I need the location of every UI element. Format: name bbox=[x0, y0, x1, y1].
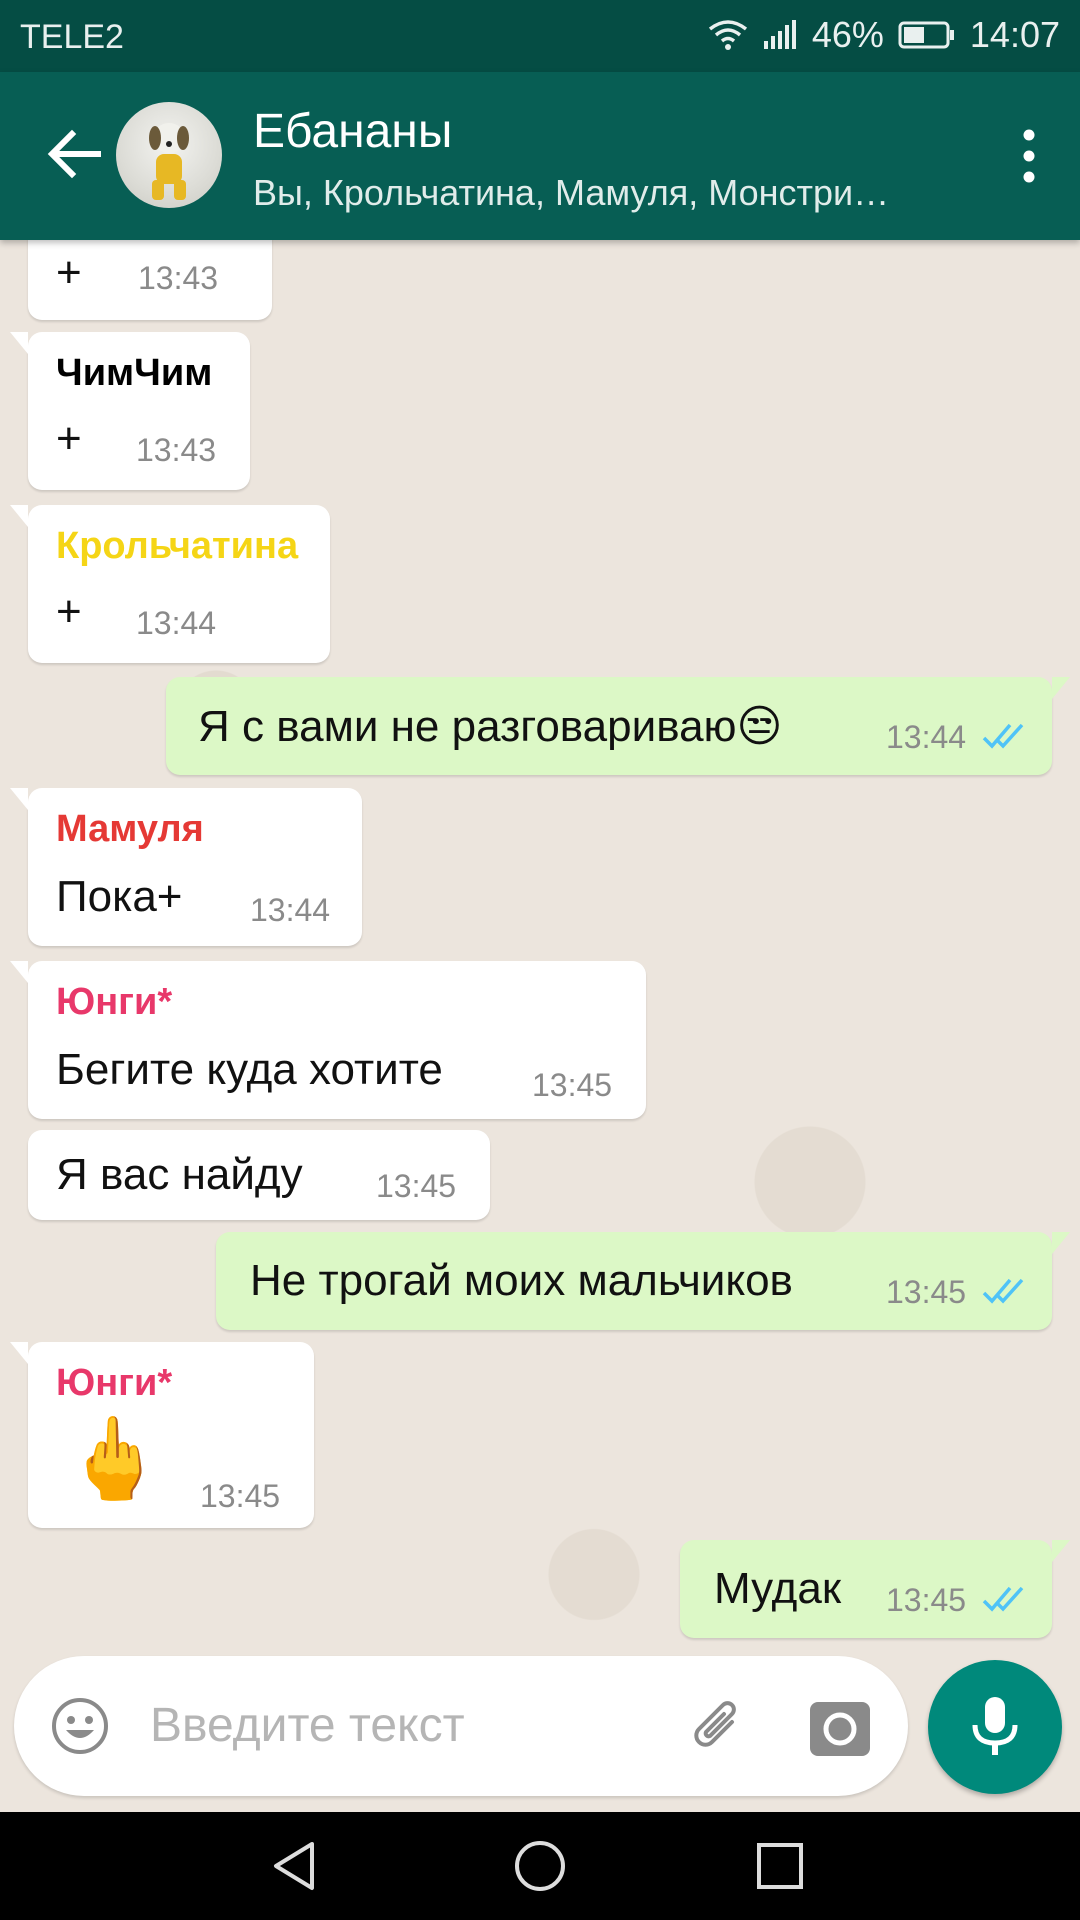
chat-title[interactable]: Ебананы bbox=[253, 104, 452, 159]
message-time: 13:45 bbox=[886, 1582, 967, 1618]
message-input[interactable]: Введите текст bbox=[150, 1698, 465, 1753]
message-time: 13:45 bbox=[886, 1274, 967, 1310]
group-avatar[interactable] bbox=[116, 102, 222, 208]
middle-finger-emoji: 🖕 bbox=[64, 1414, 164, 1503]
system-nav-bar bbox=[0, 1812, 1080, 1920]
message-bubble-incoming[interactable]: Юнги* Бегите куда хотите 13:45 bbox=[10, 961, 646, 1119]
message-text: Я с вами не разговариваю😒 bbox=[198, 702, 783, 751]
message-time: 13:44 bbox=[886, 719, 967, 755]
sender-name[interactable]: Крольчатина bbox=[56, 525, 298, 568]
message-list[interactable]: + 13:43 ЧимЧим + 13:43 Крольчатина + 13:… bbox=[0, 240, 1080, 1810]
message-text: + bbox=[56, 414, 82, 463]
message-text: Бегите куда хотите bbox=[56, 1045, 443, 1094]
message-time: 13:45 bbox=[376, 1168, 457, 1204]
signal-icon bbox=[763, 20, 796, 49]
message-text: Не трогай моих мальчиков bbox=[250, 1256, 793, 1305]
message-time: 13:43 bbox=[136, 432, 217, 468]
battery-icon bbox=[898, 21, 954, 49]
microphone-icon bbox=[972, 1697, 1018, 1755]
sender-name[interactable]: Юнги* bbox=[56, 1362, 172, 1405]
message-time: 13:45 bbox=[200, 1478, 281, 1514]
message-bubble-outgoing[interactable]: Мудак 13:45 bbox=[680, 1540, 1070, 1638]
message-text: Я вас найду bbox=[56, 1150, 303, 1199]
message-bubble-outgoing[interactable]: Я с вами не разговариваю😒 13:44 bbox=[166, 677, 1070, 775]
chat-participants[interactable]: Вы, Крольчатина, Мамуля, Монстри… bbox=[253, 172, 889, 214]
message-time: 13:44 bbox=[136, 605, 217, 641]
camera-icon[interactable] bbox=[808, 1696, 872, 1758]
sender-name[interactable]: Мамуля bbox=[56, 808, 204, 851]
chat-header: Ебананы Вы, Крольчатина, Мамуля, Монстри… bbox=[0, 72, 1080, 240]
sender-name[interactable]: ЧимЧим bbox=[56, 352, 212, 395]
read-ticks-icon bbox=[982, 1586, 1024, 1612]
message-composer: Введите текст bbox=[14, 1656, 908, 1796]
message-text: + bbox=[56, 587, 82, 636]
message-bubble-outgoing[interactable]: Не трогай моих мальчиков 13:45 bbox=[216, 1232, 1070, 1330]
back-triangle-icon[interactable] bbox=[268, 1838, 324, 1894]
message-text: Пока+ bbox=[56, 872, 183, 921]
status-bar: TELE2 46% 14:07 bbox=[0, 0, 1080, 72]
message-bubble-incoming[interactable]: + 13:43 bbox=[28, 240, 272, 320]
message-time: 13:43 bbox=[138, 260, 219, 296]
home-circle-icon[interactable] bbox=[512, 1838, 568, 1894]
more-vert-icon[interactable] bbox=[1014, 128, 1044, 184]
message-text: + bbox=[56, 248, 82, 297]
arrow-left-icon[interactable] bbox=[44, 124, 104, 184]
message-bubble-incoming[interactable]: Юнги* 🖕 13:45 bbox=[10, 1342, 314, 1528]
message-text: Мудак bbox=[714, 1564, 842, 1613]
clock: 14:07 bbox=[969, 14, 1060, 55]
read-ticks-icon bbox=[982, 1278, 1024, 1304]
paperclip-icon[interactable] bbox=[686, 1694, 752, 1760]
message-bubble-incoming[interactable]: ЧимЧим + 13:43 bbox=[10, 332, 250, 490]
smiley-icon[interactable] bbox=[50, 1696, 110, 1756]
message-time: 13:44 bbox=[250, 892, 331, 928]
recents-square-icon[interactable] bbox=[752, 1838, 808, 1894]
message-bubble-incoming[interactable]: Мамуля Пока+ 13:44 bbox=[10, 788, 362, 946]
voice-record-button[interactable] bbox=[928, 1660, 1062, 1794]
message-bubble-incoming[interactable]: Крольчатина + 13:44 bbox=[10, 505, 330, 663]
message-bubble-incoming[interactable]: Я вас найду 13:45 bbox=[28, 1130, 490, 1220]
message-time: 13:45 bbox=[532, 1067, 613, 1103]
battery-percent: 46% bbox=[811, 14, 884, 55]
wifi-icon bbox=[708, 20, 747, 50]
read-ticks-icon bbox=[982, 723, 1024, 749]
carrier-label: TELE2 bbox=[20, 18, 124, 56]
sender-name[interactable]: Юнги* bbox=[56, 981, 172, 1024]
